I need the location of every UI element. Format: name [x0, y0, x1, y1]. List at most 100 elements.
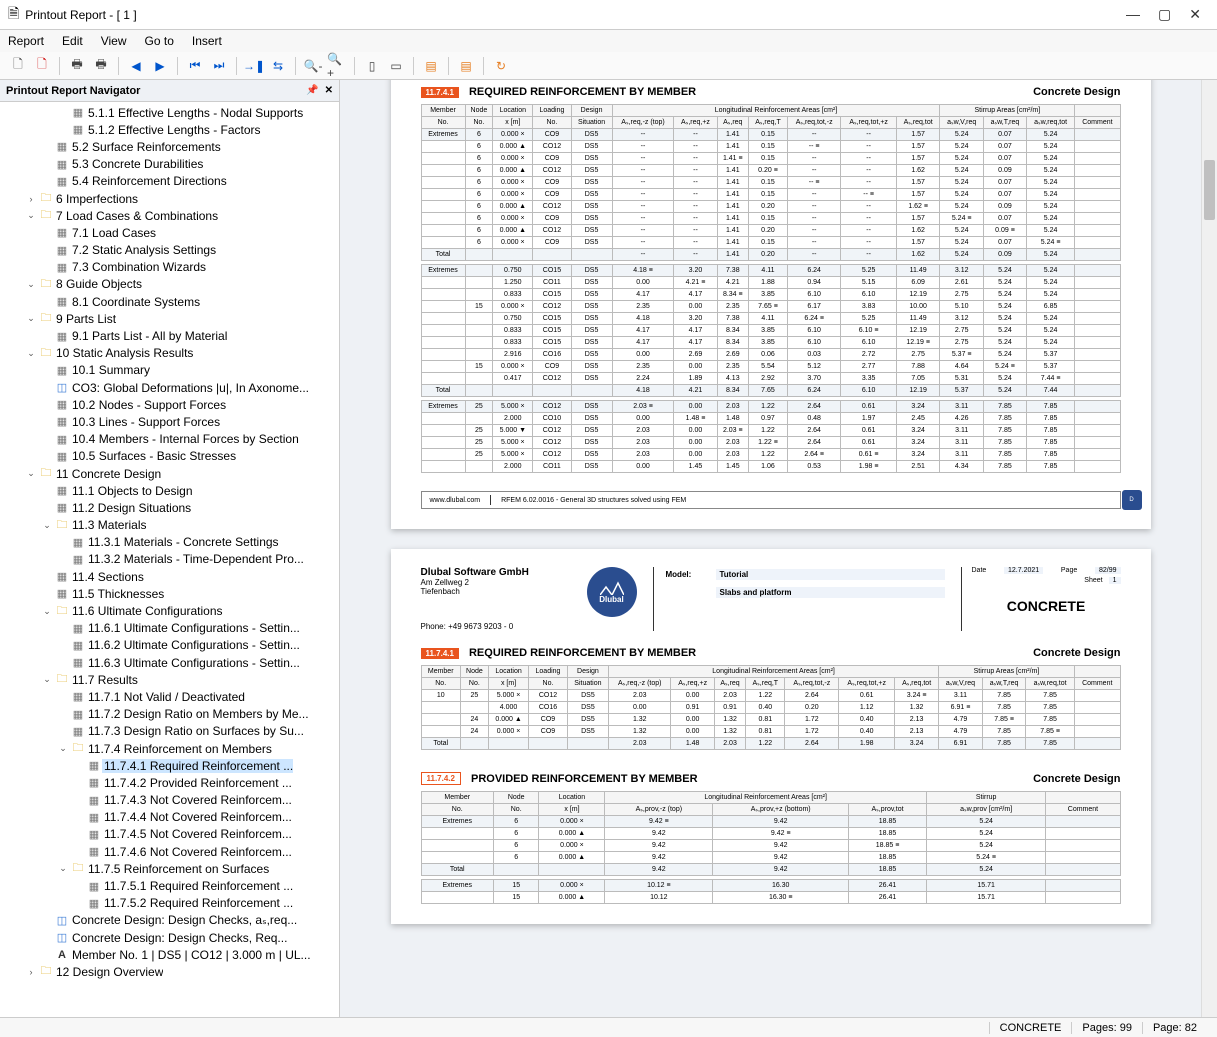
tree-item[interactable]: 11.4 Sections	[0, 568, 339, 585]
goto-icon[interactable]: →❚	[244, 56, 264, 76]
caret-icon[interactable]: ›	[24, 194, 38, 204]
tree-item[interactable]: 11.3.2 Materials - Time-Dependent Pro...	[0, 551, 339, 568]
panel-close-icon[interactable]: ✕	[325, 85, 333, 96]
tree-item[interactable]: 9.1 Parts List - All by Material	[0, 327, 339, 344]
caret-icon[interactable]: ⌄	[24, 348, 38, 359]
caret-icon[interactable]: ›	[24, 967, 38, 977]
layout2-icon[interactable]: ▭	[386, 56, 406, 76]
tree-item[interactable]: ⌄11.7.4 Reinforcement on Members	[0, 740, 339, 757]
tree-item[interactable]: 11.7.4.4 Not Covered Reinforcem...	[0, 809, 339, 826]
menu-report[interactable]: Report	[8, 34, 44, 48]
tree-item-label: 11.3.2 Materials - Time-Dependent Pro...	[86, 552, 304, 566]
caret-icon[interactable]: ⌄	[24, 279, 38, 290]
tree-item[interactable]: ⌄11.6 Ultimate Configurations	[0, 602, 339, 619]
caret-icon[interactable]: ⌄	[24, 210, 38, 221]
tree-item[interactable]: 11.6.3 Ultimate Configurations - Settin.…	[0, 654, 339, 671]
first-icon[interactable]: ⏮	[185, 56, 205, 76]
caret-icon[interactable]: ⌄	[24, 313, 38, 324]
navigator-tree[interactable]: 5.1.1 Effective Lengths - Nodal Supports…	[0, 102, 339, 1017]
tree-item[interactable]: 7.1 Load Cases	[0, 224, 339, 241]
tree-item[interactable]: 11.7.3 Design Ratio on Surfaces by Su...	[0, 723, 339, 740]
tree-item[interactable]: 11.7.2 Design Ratio on Members by Me...	[0, 706, 339, 723]
tree-item[interactable]: ⌄11.3 Materials	[0, 517, 339, 534]
settings-icon[interactable]: ▤	[456, 56, 476, 76]
delete-icon[interactable]: 🗋	[32, 56, 52, 76]
scrollbar-thumb[interactable]	[1204, 160, 1215, 220]
table-icon	[54, 587, 70, 600]
caret-icon[interactable]: ⌄	[40, 674, 54, 685]
tree-item[interactable]: 11.2 Design Situations	[0, 499, 339, 516]
tree-item[interactable]: 8.1 Coordinate Systems	[0, 293, 339, 310]
tree-item[interactable]: 11.7.5.2 Required Reinforcement ...	[0, 895, 339, 912]
pin-icon[interactable]: 📌	[306, 85, 318, 96]
close-button[interactable]: ✕	[1189, 6, 1201, 23]
tree-item[interactable]: 11.7.4.6 Not Covered Reinforcem...	[0, 843, 339, 860]
tree-item[interactable]: 11.7.4.2 Provided Reinforcement ...	[0, 774, 339, 791]
tree-item[interactable]: 10.5 Surfaces - Basic Stresses	[0, 448, 339, 465]
tree-item[interactable]: Concrete Design: Design Checks, aₛ,req..…	[0, 912, 339, 929]
tree-item[interactable]: 11.7.4.5 Not Covered Reinforcem...	[0, 826, 339, 843]
menu-insert[interactable]: Insert	[192, 34, 222, 48]
tree-item[interactable]: 10.1 Summary	[0, 362, 339, 379]
menu-view[interactable]: View	[101, 34, 127, 48]
zoom-in-icon[interactable]: 🔍+	[327, 56, 347, 76]
maximize-button[interactable]: ▢	[1158, 6, 1171, 23]
tree-item[interactable]: 7.2 Static Analysis Settings	[0, 242, 339, 259]
tree-item[interactable]: 7.3 Combination Wizards	[0, 259, 339, 276]
tree-item[interactable]: 10.4 Members - Internal Forces by Sectio…	[0, 431, 339, 448]
tree-item[interactable]: 11.7.5.1 Required Reinforcement ...	[0, 877, 339, 894]
caret-icon[interactable]: ⌄	[24, 468, 38, 479]
switch-icon[interactable]: ⇆	[268, 56, 288, 76]
vertical-scrollbar[interactable]	[1201, 80, 1217, 1017]
tree-item[interactable]: ⌄8 Guide Objects	[0, 276, 339, 293]
preview-pane[interactable]: 11.7.4.1 REQUIRED REINFORCEMENT BY MEMBE…	[340, 80, 1217, 1017]
new-icon[interactable]: 🗋	[8, 56, 28, 76]
edit-icon[interactable]: ▤	[421, 56, 441, 76]
caret-icon[interactable]: ⌄	[40, 606, 54, 617]
tree-item-label: Member No. 1 | DS5 | CO12 | 3.000 m | UL…	[70, 948, 311, 962]
tree-item[interactable]: 11.6.1 Ultimate Configurations - Settin.…	[0, 620, 339, 637]
zoom-out-icon[interactable]: 🔍-	[303, 56, 323, 76]
tree-item[interactable]: 5.1.1 Effective Lengths - Nodal Supports	[0, 104, 339, 121]
tree-item[interactable]: 5.1.2 Effective Lengths - Factors	[0, 121, 339, 138]
tree-item[interactable]: 10.3 Lines - Support Forces	[0, 413, 339, 430]
tree-item[interactable]: ⌄9 Parts List	[0, 310, 339, 327]
layout-icon[interactable]: ▯	[362, 56, 382, 76]
next-icon[interactable]: ▶	[150, 56, 170, 76]
print-icon[interactable]: 🖶	[67, 56, 87, 76]
caret-icon[interactable]: ⌄	[40, 520, 54, 531]
tree-item[interactable]: ⌄11 Concrete Design	[0, 465, 339, 482]
tree-item[interactable]: ›12 Design Overview	[0, 963, 339, 980]
dlubal-logo-icon: D	[1122, 490, 1142, 510]
tree-item[interactable]: 5.4 Reinforcement Directions	[0, 173, 339, 190]
tree-item[interactable]: ⌄11.7 Results	[0, 671, 339, 688]
tree-item-label: 5.1.1 Effective Lengths - Nodal Supports	[86, 106, 303, 120]
tree-item[interactable]: ›6 Imperfections	[0, 190, 339, 207]
tree-item[interactable]: 5.2 Surface Reinforcements	[0, 138, 339, 155]
tree-item[interactable]: 11.7.4.1 Required Reinforcement ...	[0, 757, 339, 774]
menu-goto[interactable]: Go to	[145, 34, 174, 48]
tree-item[interactable]: 11.7.4.3 Not Covered Reinforcem...	[0, 792, 339, 809]
tree-item[interactable]: Concrete Design: Design Checks, Req...	[0, 929, 339, 946]
tree-item[interactable]: 11.1 Objects to Design	[0, 482, 339, 499]
tree-item[interactable]: ⌄7 Load Cases & Combinations	[0, 207, 339, 224]
tree-item[interactable]: ⌄11.7.5 Reinforcement on Surfaces	[0, 860, 339, 877]
caret-icon[interactable]: ⌄	[56, 863, 70, 874]
last-icon[interactable]: ⏭	[209, 56, 229, 76]
prev-icon[interactable]: ◀	[126, 56, 146, 76]
caret-icon[interactable]: ⌄	[56, 743, 70, 754]
menu-edit[interactable]: Edit	[62, 34, 83, 48]
tree-item[interactable]: 11.3.1 Materials - Concrete Settings	[0, 534, 339, 551]
refresh-icon[interactable]: ↻	[491, 56, 511, 76]
tree-item[interactable]: 11.6.2 Ultimate Configurations - Settin.…	[0, 637, 339, 654]
tree-item[interactable]: 11.7.1 Not Valid / Deactivated	[0, 688, 339, 705]
tree-item[interactable]: 10.2 Nodes - Support Forces	[0, 396, 339, 413]
tree-item[interactable]: 5.3 Concrete Durabilities	[0, 156, 339, 173]
tree-item[interactable]: ⌄10 Static Analysis Results	[0, 345, 339, 362]
table-icon	[54, 261, 70, 274]
print-setup-icon[interactable]: 🖶	[91, 56, 111, 76]
tree-item[interactable]: Member No. 1 | DS5 | CO12 | 3.000 m | UL…	[0, 946, 339, 963]
tree-item[interactable]: 11.5 Thicknesses	[0, 585, 339, 602]
tree-item[interactable]: CO3: Global Deformations |u|, In Axonome…	[0, 379, 339, 396]
minimize-button[interactable]: —	[1126, 6, 1140, 23]
